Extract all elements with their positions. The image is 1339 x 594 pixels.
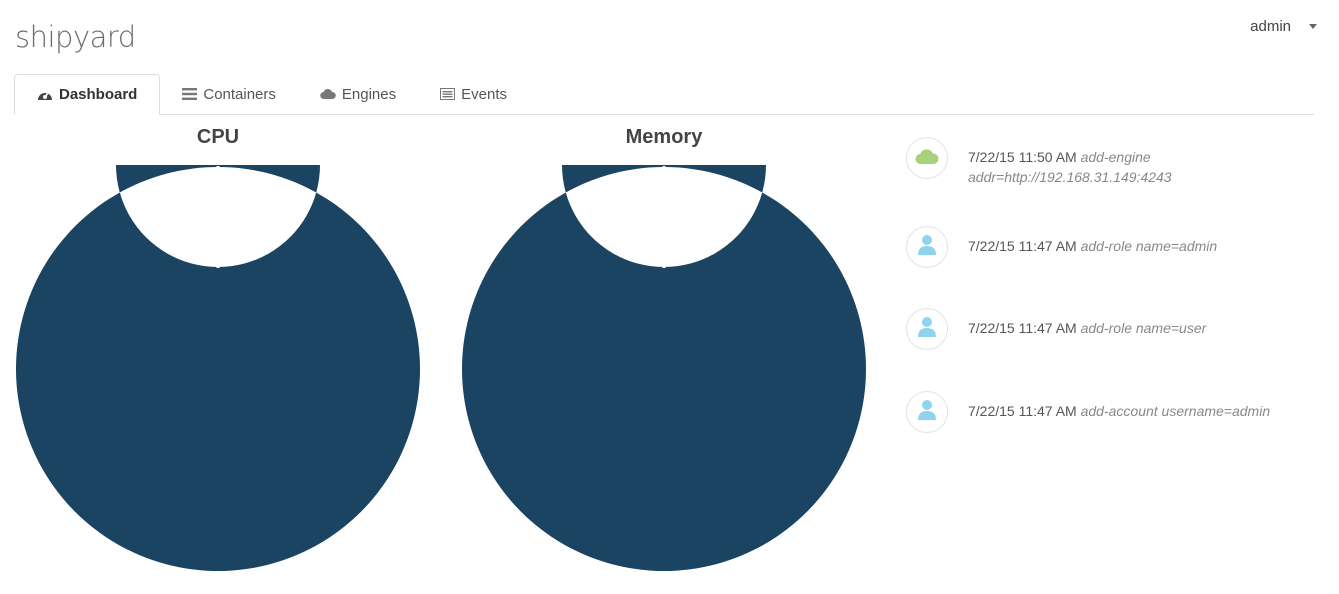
event-list-icon — [440, 88, 456, 100]
event-text: 7/22/15 11:47 AM add-role name=user — [968, 318, 1206, 338]
memory-donut-chart — [461, 165, 866, 571]
user-menu[interactable]: admin — [1250, 18, 1317, 35]
user-icon — [917, 316, 937, 343]
event-avatar — [906, 226, 948, 268]
event-message: add-role name=admin — [1080, 238, 1218, 254]
tab-dashboard[interactable]: Dashboard — [14, 74, 161, 115]
tab-containers[interactable]: Containers — [160, 74, 298, 114]
event-text: 7/22/15 11:50 AM add-engine addr=http://… — [968, 147, 1172, 187]
dashboard-icon — [37, 88, 53, 102]
list-icon — [182, 88, 198, 100]
tab-events[interactable]: Events — [418, 74, 529, 114]
event-message: add-engine — [1080, 149, 1151, 165]
event-time: 7/22/15 11:47 AM — [968, 320, 1077, 336]
event-text: 7/22/15 11:47 AM add-account username=ad… — [968, 401, 1270, 421]
event-text: 7/22/15 11:47 AM add-role name=admin — [968, 236, 1217, 256]
tab-engines[interactable]: Engines — [298, 74, 418, 114]
event-avatar — [906, 391, 948, 433]
event-avatar — [906, 137, 948, 179]
event-item: 7/22/15 11:47 AM add-role name=user — [906, 308, 1206, 350]
tab-label: Containers — [203, 85, 276, 103]
tab-label: Events — [461, 85, 507, 103]
app-logo[interactable]: shipyard — [15, 20, 136, 54]
event-message: add-account username=admin — [1080, 403, 1271, 419]
event-item: 7/22/15 11:47 AM add-account username=ad… — [906, 391, 1270, 433]
event-item: 7/22/15 11:50 AM add-engine addr=http://… — [906, 137, 1172, 187]
tab-label: Dashboard — [59, 86, 138, 103]
event-message-detail: addr=http://192.168.31.149:4243 — [968, 169, 1172, 185]
main-tabs: Dashboard Containers Engines Events — [14, 74, 1314, 115]
cloud-icon — [915, 147, 939, 170]
event-time: 7/22/15 11:47 AM — [968, 403, 1077, 419]
event-message: add-role name=user — [1080, 320, 1207, 336]
user-icon — [917, 399, 937, 426]
cpu-donut-chart — [15, 165, 420, 571]
cloud-icon — [320, 88, 336, 100]
user-menu-label: admin — [1250, 18, 1291, 35]
cpu-chart-title: CPU — [196, 126, 240, 148]
event-time: 7/22/15 11:50 AM — [968, 149, 1077, 165]
caret-down-icon — [1309, 24, 1317, 29]
event-time: 7/22/15 11:47 AM — [968, 238, 1077, 254]
event-avatar — [906, 308, 948, 350]
event-item: 7/22/15 11:47 AM add-role name=admin — [906, 226, 1217, 268]
tab-label: Engines — [341, 85, 397, 103]
memory-chart-title: Memory — [625, 126, 703, 148]
user-icon — [917, 234, 937, 261]
